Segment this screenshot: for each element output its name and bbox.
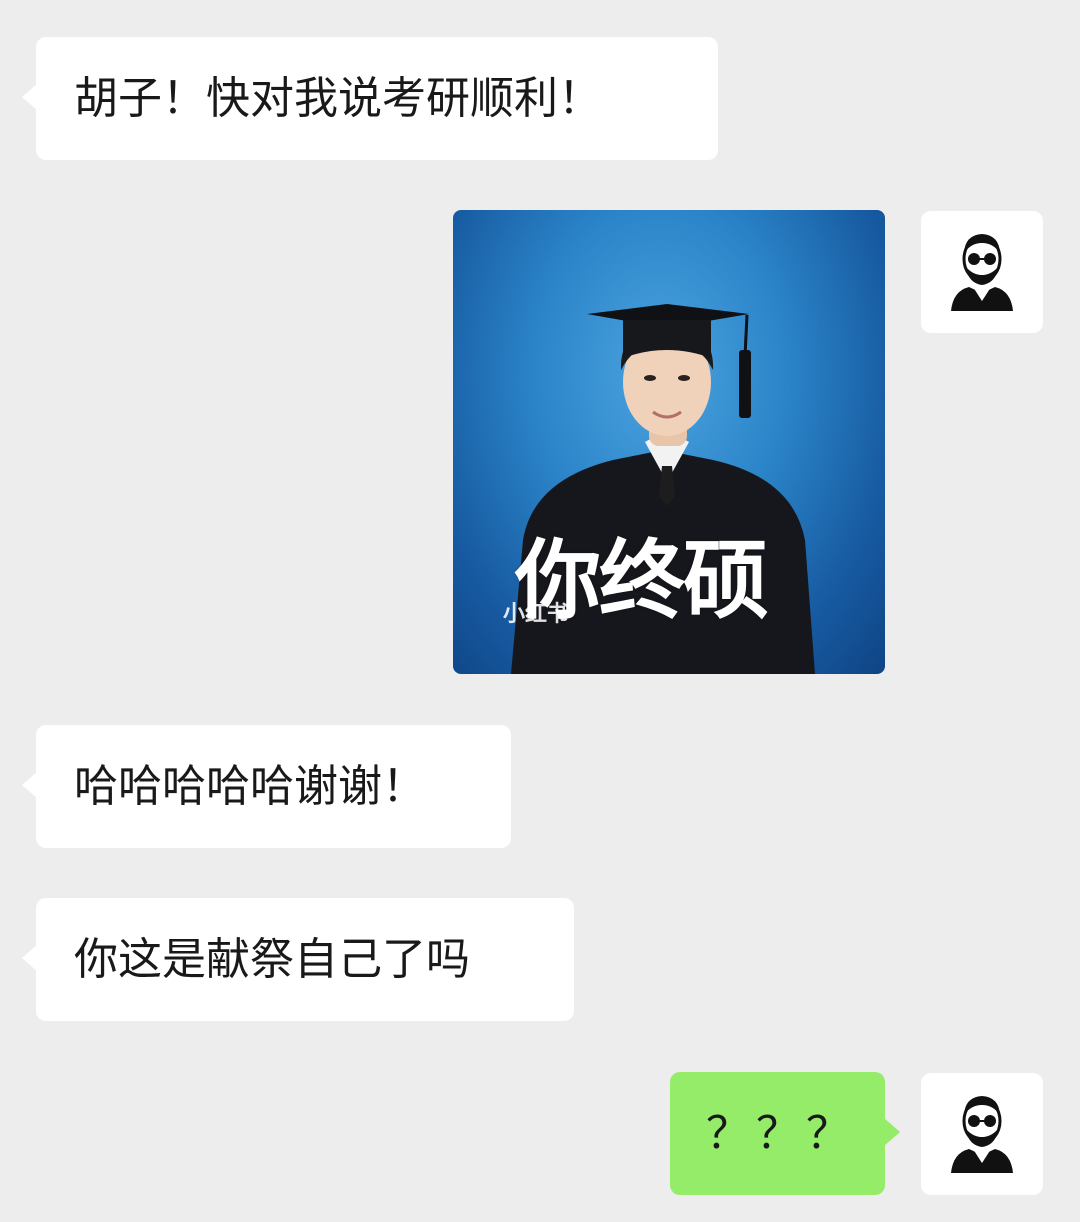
message-text: 胡子！快对我说考研顺利！ bbox=[74, 72, 602, 124]
watermark: 小红书 bbox=[503, 602, 570, 627]
message-image-outgoing[interactable]: 你终硕 小红书 bbox=[453, 210, 885, 674]
message-bubble-incoming[interactable]: 胡子！快对我说考研顺利！ bbox=[22, 37, 718, 160]
message-text: 你这是献祭自己了吗 bbox=[74, 933, 470, 985]
bearded-man-sunglasses-icon bbox=[951, 234, 1013, 311]
message-bubble-incoming[interactable]: 哈哈哈哈哈谢谢！ bbox=[22, 725, 511, 848]
message-bubble-incoming[interactable]: 你这是献祭自己了吗 bbox=[22, 898, 574, 1021]
avatar[interactable] bbox=[921, 211, 1043, 333]
message-text: 哈哈哈哈哈谢谢！ bbox=[74, 760, 426, 812]
bearded-man-sunglasses-icon bbox=[951, 1096, 1013, 1173]
message-bubble-outgoing[interactable]: ？？？ bbox=[670, 1072, 900, 1195]
avatar[interactable] bbox=[921, 1073, 1043, 1195]
message-text: ？？？ bbox=[706, 1107, 856, 1159]
